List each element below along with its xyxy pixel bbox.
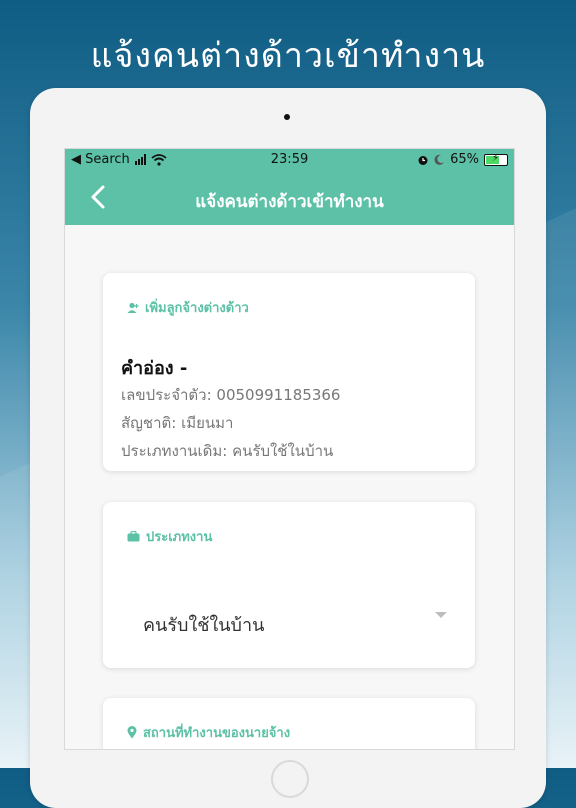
app-screen: ◀ Search 23:59 65% ⚡ แจ้งคนต่างด้าวเข้าท… [64, 148, 515, 750]
person-add-icon [127, 302, 139, 313]
employee-section-title: เพิ่มลูกจ้างต่างด้าว [145, 301, 249, 316]
map-pin-icon [127, 726, 137, 739]
employee-nationality: สัญชาติ: เมียนมา [121, 414, 234, 432]
job-type-section-header: ประเภทงาน [127, 526, 212, 547]
nav-bar: แจ้งคนต่างด้าวเข้าทำงาน [65, 171, 514, 225]
job-type-card: ประเภทงาน คนรับใช้ในบ้าน [103, 502, 475, 668]
chevron-down-icon[interactable] [435, 612, 447, 618]
employee-previous-job: ประเภทงานเดิม: คนรับใช้ในบ้าน [121, 442, 334, 460]
promo-headline: แจ้งคนต่างด้าวเข้าทำงาน [90, 36, 486, 76]
front-camera [284, 114, 290, 120]
battery-percent: 65% [450, 152, 479, 167]
employee-id: เลขประจำตัว: 0050991185366 [121, 386, 341, 404]
job-type-select[interactable]: คนรับใช้ในบ้าน [143, 610, 453, 638]
tablet-frame: ◀ Search 23:59 65% ⚡ แจ้งคนต่างด้าวเข้าท… [30, 88, 546, 808]
alarm-icon [418, 155, 428, 165]
workplace-card: สถานที่ทำงานของนายจ้าง [103, 698, 475, 749]
workplace-section-header: สถานที่ทำงานของนายจ้าง [127, 722, 290, 743]
employee-section-header: เพิ่มลูกจ้างต่างด้าว [127, 297, 249, 318]
page-title: แจ้งคนต่างด้าวเข้าทำงาน [195, 192, 384, 212]
status-right: 65% ⚡ [417, 152, 508, 167]
employee-name: คำอ่อง - [121, 358, 188, 379]
moon-icon [434, 154, 445, 165]
employee-card[interactable]: เพิ่มลูกจ้างต่างด้าว คำอ่อง - เลขประจำตั… [103, 273, 475, 471]
workplace-section-title: สถานที่ทำงานของนายจ้าง [143, 726, 291, 741]
status-bar: ◀ Search 23:59 65% ⚡ [65, 149, 514, 171]
job-type-section-title: ประเภทงาน [146, 530, 213, 545]
home-button[interactable] [271, 760, 309, 798]
briefcase-icon [127, 531, 140, 542]
form-content: เพิ่มลูกจ้างต่างด้าว คำอ่อง - เลขประจำตั… [65, 225, 514, 749]
job-type-selected-value: คนรับใช้ในบ้าน [143, 614, 265, 636]
battery-icon: ⚡ [484, 153, 508, 166]
